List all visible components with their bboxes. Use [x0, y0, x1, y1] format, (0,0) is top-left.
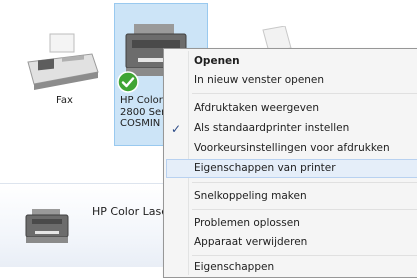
menu-separator — [192, 182, 417, 183]
menu-item-properties[interactable]: Eigenschappen — [194, 261, 274, 273]
menu-item-print-jobs[interactable]: Afdruktaken weergeven — [194, 102, 319, 114]
fax-icon — [27, 33, 99, 90]
default-check-icon — [117, 71, 139, 93]
menu-item-create-shortcut[interactable]: Snelkoppeling maken — [194, 190, 307, 202]
menu-separator — [192, 209, 417, 210]
menu-item-remove-device[interactable]: Apparaat verwijderen — [194, 236, 307, 248]
printer-icon — [25, 209, 69, 243]
menu-item-set-default[interactable]: Als standaardprinter instellen — [194, 122, 349, 134]
menu-item-troubleshoot[interactable]: Problemen oplossen — [194, 217, 300, 229]
menu-separator — [192, 93, 417, 94]
menu-separator — [192, 255, 417, 256]
menu-item-open-new-window[interactable]: In nieuw venster openen — [194, 74, 324, 86]
menu-item-print-preferences[interactable]: Voorkeursinstellingen voor afdrukken — [194, 142, 390, 154]
fax-label: Fax — [56, 95, 73, 106]
details-title: HP Color Lase — [92, 205, 168, 218]
menu-item-printer-properties[interactable]: Eigenschappen van printer — [194, 162, 336, 174]
context-menu: Openen In nieuw venster openen Afdruktak… — [163, 48, 417, 278]
menu-item-openen[interactable]: Openen — [194, 55, 240, 67]
checkmark-icon: ✓ — [171, 122, 182, 136]
